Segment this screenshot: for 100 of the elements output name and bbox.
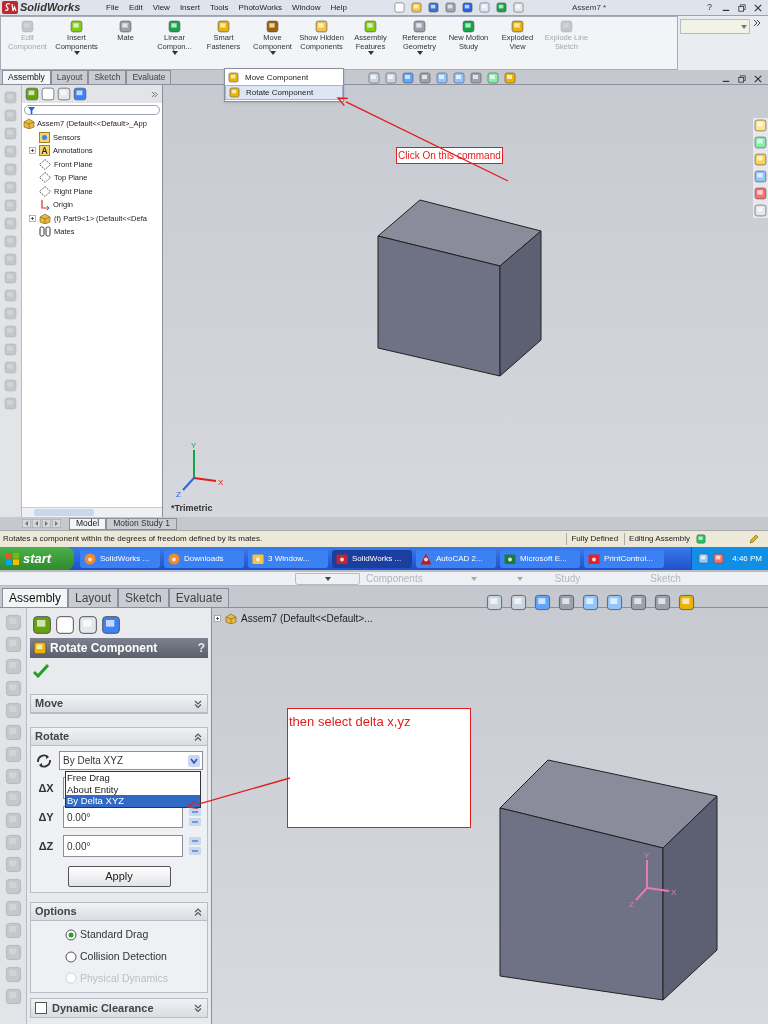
tool-icon[interactable] <box>4 379 17 392</box>
restore-icon[interactable] <box>738 3 746 12</box>
restore-icon[interactable] <box>738 75 746 83</box>
tab[interactable]: Evaluate <box>168 588 230 607</box>
tool-icon[interactable] <box>4 181 17 194</box>
tab[interactable]: Assembly <box>2 70 51 84</box>
tab[interactable]: Assembly <box>2 588 68 607</box>
collapse-icon[interactable] <box>193 906 203 917</box>
dropdown-option[interactable]: Free Drag <box>66 772 200 784</box>
expand-icon[interactable] <box>29 147 36 155</box>
tab[interactable]: Sketch <box>88 70 127 84</box>
tool-icon[interactable] <box>4 253 17 266</box>
menu-item[interactable]: File <box>106 1 119 14</box>
tool-icon[interactable] <box>4 658 22 675</box>
menu-item[interactable]: View <box>152 1 170 14</box>
taskbar-button[interactable]: 3 Window... <box>248 549 328 568</box>
search-field[interactable] <box>680 19 750 34</box>
scrollbar[interactable] <box>34 509 94 516</box>
menu-item[interactable]: Rotate Component <box>225 85 343 100</box>
menu-item[interactable]: Tools <box>209 1 229 14</box>
tree-tab-icon[interactable] <box>32 615 52 635</box>
menu-item[interactable]: PhotoWorks <box>238 1 283 14</box>
tool-icon[interactable] <box>4 636 22 653</box>
menu-item[interactable]: Move Component <box>225 70 343 85</box>
expand-icon[interactable] <box>193 698 203 709</box>
radio-button[interactable] <box>65 928 77 941</box>
tool-icon[interactable] <box>4 878 22 895</box>
tool-icon[interactable] <box>4 944 22 961</box>
tool-icon[interactable] <box>4 271 17 284</box>
tool-icon[interactable] <box>4 746 22 763</box>
tab[interactable]: Sketch <box>118 588 169 607</box>
taskbar-button[interactable]: SolidWorks ... <box>332 549 412 568</box>
tool-icon[interactable] <box>4 163 17 176</box>
tool-icon[interactable] <box>4 614 22 631</box>
tool-icon[interactable] <box>4 834 22 851</box>
tool-icon[interactable] <box>4 109 17 122</box>
expand-icon[interactable] <box>193 1003 203 1014</box>
expand-icon[interactable] <box>29 214 36 222</box>
display-tab-icon[interactable] <box>73 87 87 101</box>
menu-item[interactable]: Insert <box>179 1 200 14</box>
tool-icon[interactable] <box>4 145 17 158</box>
nav-arrow-icon[interactable] <box>52 519 61 528</box>
config-tab-icon[interactable] <box>78 615 98 635</box>
menu-item[interactable]: Help <box>330 1 347 14</box>
angle-field[interactable]: 0.00° <box>63 835 183 857</box>
radio-button[interactable] <box>65 950 77 963</box>
pencil-icon[interactable] <box>748 533 759 545</box>
tool-icon[interactable] <box>4 325 17 338</box>
dropdown-option[interactable]: About Entity <box>66 783 200 795</box>
chevron-icon[interactable] <box>753 19 761 27</box>
property-tab-icon[interactable] <box>41 87 55 101</box>
tool-icon[interactable] <box>4 343 17 356</box>
checkmark-icon[interactable] <box>33 664 49 678</box>
help-button[interactable]: ? <box>197 639 205 657</box>
tool-icon[interactable] <box>4 900 22 917</box>
collapse-icon[interactable] <box>193 731 203 742</box>
tool-icon[interactable] <box>4 307 17 320</box>
tab[interactable]: Layout <box>50 70 89 84</box>
tool-icon[interactable] <box>4 702 22 719</box>
chevron-icon[interactable] <box>151 90 158 98</box>
tool-icon[interactable] <box>4 724 22 741</box>
dropdown-option[interactable]: By Delta XYZ <box>66 795 200 807</box>
property-tab-icon[interactable] <box>55 615 75 635</box>
tool-icon[interactable] <box>4 361 17 374</box>
tool-icon[interactable] <box>4 680 22 697</box>
tab[interactable]: Model <box>69 517 107 530</box>
help-button[interactable]: ? <box>707 0 712 15</box>
taskbar-button[interactable]: Microsoft E... <box>500 549 580 568</box>
taskbar-button[interactable]: PrintControl... <box>584 549 664 568</box>
tab[interactable]: Motion Study 1 <box>106 517 177 530</box>
nav-arrow-icon[interactable] <box>32 519 41 528</box>
menu-item[interactable]: Window <box>292 1 321 14</box>
taskbar-button[interactable]: SolidWorks ... <box>80 549 160 568</box>
tab[interactable]: Layout <box>68 588 119 607</box>
taskbar-button[interactable]: Downloads <box>164 549 244 568</box>
tool-icon[interactable] <box>4 397 17 410</box>
mode-dropdown[interactable]: By Delta XYZ <box>59 751 203 770</box>
expand-icon[interactable] <box>214 615 221 622</box>
menu-item[interactable]: Edit <box>128 1 143 14</box>
angle-field[interactable]: 0.00° <box>63 806 183 828</box>
tool-icon[interactable] <box>4 289 17 302</box>
taskbar-button[interactable]: AutoCAD 2... <box>416 549 496 568</box>
tool-icon[interactable] <box>4 856 22 873</box>
display-tab-icon[interactable] <box>101 615 121 635</box>
tool-icon[interactable] <box>4 217 17 230</box>
tool-icon[interactable] <box>4 812 22 829</box>
tree-item[interactable]: Assem7 (Default<<Default>... <box>241 611 373 626</box>
close-icon[interactable] <box>754 3 762 12</box>
nav-arrow-icon[interactable] <box>42 519 51 528</box>
close-icon[interactable] <box>754 75 762 83</box>
tool-icon[interactable] <box>4 768 22 785</box>
tree-tab-icon[interactable] <box>25 87 39 101</box>
tool-icon[interactable] <box>4 790 22 807</box>
tool-icon[interactable] <box>4 235 17 248</box>
tool-icon[interactable] <box>4 966 22 983</box>
tool-icon[interactable] <box>4 127 17 140</box>
tool-icon[interactable] <box>4 199 17 212</box>
tool-icon[interactable] <box>4 988 22 1005</box>
config-tab-icon[interactable] <box>57 87 71 101</box>
nav-arrow-icon[interactable] <box>22 519 31 528</box>
